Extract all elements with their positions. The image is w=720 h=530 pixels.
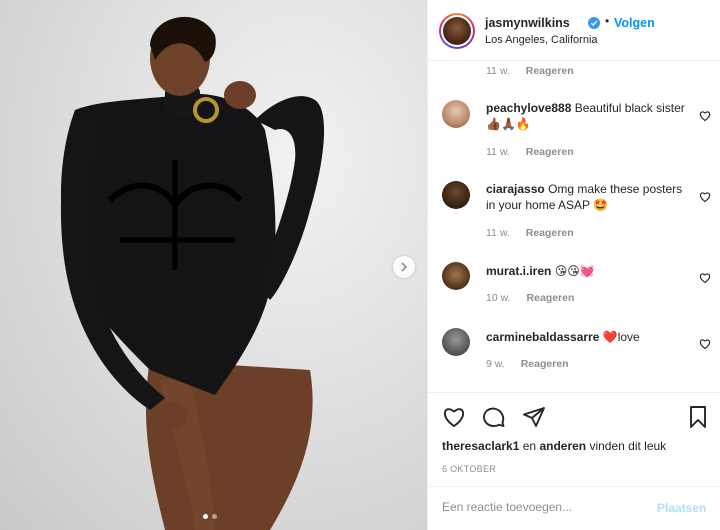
carousel-next-button[interactable] bbox=[393, 256, 415, 278]
reply-button[interactable]: Reageren bbox=[526, 227, 574, 239]
comment-bubble-icon[interactable] bbox=[482, 405, 506, 429]
commenter-username[interactable]: peachylove888 bbox=[486, 101, 571, 115]
comment-meta: 10 w. Reageren bbox=[486, 292, 574, 304]
likes-suffix: vinden dit leuk bbox=[589, 439, 667, 453]
post-image[interactable] bbox=[0, 0, 427, 530]
post-comment-button[interactable]: Plaatsen bbox=[657, 501, 706, 515]
commenter-avatar[interactable] bbox=[442, 100, 470, 128]
comment-age: 10 w. bbox=[486, 292, 511, 304]
post-photo-figure bbox=[60, 16, 325, 530]
comment-body: 😘😘💓 bbox=[554, 264, 595, 278]
comment-meta: 11 w. Reageren bbox=[486, 65, 574, 77]
post-date[interactable]: 6 OKTOBER bbox=[442, 464, 496, 474]
reply-button[interactable]: Reageren bbox=[526, 146, 574, 158]
comment-meta: 11 w. Reageren bbox=[486, 146, 574, 158]
commenter-username[interactable]: carminebaldassarre bbox=[486, 330, 599, 344]
follow-button[interactable]: Volgen bbox=[614, 16, 655, 30]
comments-list[interactable]: 11 w. Reageren peachylove888 Beautiful b… bbox=[428, 62, 720, 392]
carousel-indicator bbox=[203, 514, 217, 519]
comment-text: carminebaldassarre ❤️love bbox=[486, 329, 686, 345]
chevron-right-icon bbox=[401, 262, 408, 272]
liker-username[interactable]: theresaclark1 bbox=[442, 439, 519, 453]
commenter-username[interactable]: ciarajasso bbox=[486, 182, 545, 196]
save-bookmark-icon[interactable] bbox=[686, 405, 710, 429]
likes-and-text: en bbox=[522, 439, 537, 453]
post-actions: theresaclark1 en anderen vinden dit leuk… bbox=[428, 392, 720, 530]
carousel-dot bbox=[212, 514, 217, 519]
post-side-panel: jasmynwilkins • Volgen Los Angeles, Cali… bbox=[427, 0, 720, 530]
comment-input[interactable] bbox=[442, 500, 642, 514]
comment-meta: 9 w. Reageren bbox=[486, 358, 569, 370]
author-avatar[interactable] bbox=[439, 13, 475, 49]
like-heart-icon[interactable] bbox=[442, 405, 466, 429]
verified-badge-icon bbox=[588, 17, 600, 29]
commenter-avatar[interactable] bbox=[442, 181, 470, 209]
comment-text: peachylove888 Beautiful black sister 👍🏾🙏… bbox=[486, 100, 686, 132]
reply-button[interactable]: Reageren bbox=[521, 358, 569, 370]
comment-age: 11 w. bbox=[486, 146, 510, 158]
share-paper-plane-icon[interactable] bbox=[522, 405, 546, 429]
commenter-avatar[interactable] bbox=[442, 262, 470, 290]
comment-text: ciarajasso Omg make these posters in you… bbox=[486, 181, 686, 213]
post-header: jasmynwilkins • Volgen Los Angeles, Cali… bbox=[428, 0, 720, 61]
like-comment-heart-icon[interactable] bbox=[699, 272, 711, 284]
commenter-avatar[interactable] bbox=[442, 328, 470, 356]
comment-meta: 11 w. Reageren bbox=[486, 227, 574, 239]
comment-age: 11 w. bbox=[486, 227, 510, 239]
commenter-username[interactable]: murat.i.iren bbox=[486, 264, 551, 278]
likes-summary: theresaclark1 en anderen vinden dit leuk bbox=[442, 439, 666, 453]
post-location[interactable]: Los Angeles, California bbox=[485, 34, 598, 46]
reply-button[interactable]: Reageren bbox=[526, 65, 574, 77]
like-comment-heart-icon[interactable] bbox=[699, 110, 711, 122]
like-comment-heart-icon[interactable] bbox=[699, 191, 711, 203]
comment-text: murat.i.iren 😘😘💓 bbox=[486, 263, 686, 279]
carousel-dot-active bbox=[203, 514, 208, 519]
comment-age: 9 w. bbox=[486, 358, 505, 370]
comment-body: ❤️love bbox=[602, 330, 640, 344]
author-username[interactable]: jasmynwilkins bbox=[485, 16, 570, 30]
reply-button[interactable]: Reageren bbox=[527, 292, 575, 304]
like-comment-heart-icon[interactable] bbox=[699, 338, 711, 350]
header-separator: • bbox=[605, 14, 610, 28]
likes-others-link[interactable]: anderen bbox=[539, 439, 586, 453]
add-comment-bar: Plaatsen bbox=[428, 486, 720, 530]
comment-age: 11 w. bbox=[486, 65, 510, 77]
